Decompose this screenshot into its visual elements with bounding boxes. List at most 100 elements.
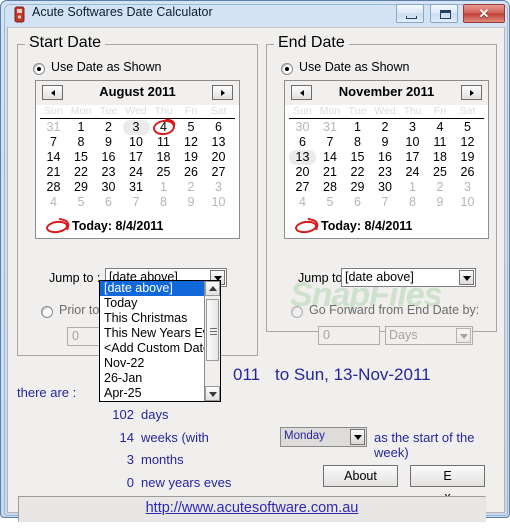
end-forward-value-input[interactable]: 0 <box>318 326 380 345</box>
calendar-day-cell[interactable]: 2 <box>95 120 122 135</box>
calendar-day-cell[interactable]: 10 <box>454 195 481 210</box>
end-calendar-grid[interactable]: 30 31 1 2 3 4 5 6 7 8 9 10 11 12 13 14 15 16 17 18 19 20 21 22 2… <box>289 120 484 210</box>
jump-to-dropdown-popup[interactable]: [date above] Today This Christmas This New … <box>99 280 221 402</box>
end-go-forward-radio[interactable] <box>291 306 303 318</box>
calendar-day-cell[interactable]: 16 <box>95 150 122 165</box>
calendar-day-cell[interactable]: 10 <box>123 135 150 150</box>
calendar-day-cell[interactable]: 22 <box>68 165 95 180</box>
calendar-day-cell[interactable]: 12 <box>178 135 205 150</box>
calendar-day-cell[interactable]: 21 <box>317 165 344 180</box>
calendar-day-cell[interactable]: 31 <box>317 120 344 135</box>
dropdown-item[interactable]: Today <box>100 296 220 311</box>
calendar-day-cell[interactable]: 2 <box>427 180 454 195</box>
start-calendar-grid[interactable]: 31 1 2 3 4 5 6 7 8 9 10 11 12 13 14 15 16 17 18 19 20 21 22 23 2… <box>40 118 235 210</box>
dropdown-item[interactable]: [date above] <box>100 281 220 296</box>
calendar-day-cell[interactable]: 21 <box>40 165 67 180</box>
calendar-day-cell[interactable]: 6 <box>289 135 316 150</box>
about-button[interactable]: About <box>323 465 398 487</box>
calendar-day-cell[interactable]: 8 <box>150 195 177 210</box>
calendar-day-cell[interactable]: 7 <box>372 195 399 210</box>
calendar-day-cell[interactable]: 17 <box>123 150 150 165</box>
calendar-day-cell[interactable]: 6 <box>205 120 232 135</box>
calendar-day-cell[interactable]: 2 <box>372 120 399 135</box>
dropdown-item[interactable]: This New Years Eve <box>100 326 220 341</box>
calendar-day-cell[interactable]: 6 <box>95 195 122 210</box>
calendar-day-cell[interactable]: 29 <box>344 180 371 195</box>
calendar-day-cell[interactable]: 27 <box>205 165 232 180</box>
calendar-day-cell[interactable]: 9 <box>95 135 122 150</box>
calendar-day-cell[interactable]: 18 <box>427 150 454 165</box>
calendar-day-cell[interactable]: 3 <box>122 120 150 135</box>
dropdown-item[interactable]: This Christmas <box>100 311 220 326</box>
calendar-day-cell[interactable]: 3 <box>454 180 481 195</box>
end-use-date-radio[interactable] <box>281 63 293 75</box>
calendar-day-cell[interactable]: 30 <box>289 120 316 135</box>
calendar-day-cell[interactable]: 14 <box>317 150 344 165</box>
calendar-day-cell[interactable]: 19 <box>178 150 205 165</box>
calendar-day-cell[interactable]: 7 <box>40 135 67 150</box>
end-forward-unit-combo[interactable]: Days <box>385 326 473 345</box>
start-calendar[interactable]: August 2011 Sun Mon Tue Wed Thu Fri Sat 31 1 2 3 4… <box>35 80 240 239</box>
calendar-day-cell[interactable]: 3 <box>205 180 232 195</box>
dropdown-item-list[interactable]: [date above] Today This Christmas This New … <box>100 281 220 401</box>
calendar-day-cell[interactable]: 23 <box>372 165 399 180</box>
calendar-day-cell[interactable]: 26 <box>178 165 205 180</box>
calendar-day-cell[interactable]: 30 <box>372 180 399 195</box>
calendar-day-cell[interactable]: 7 <box>317 135 344 150</box>
calendar-day-cell[interactable]: 24 <box>123 165 150 180</box>
end-calendar[interactable]: November 2011 Sun Mon Tue Wed Thu Fri Sat 30 31… <box>284 80 489 239</box>
calendar-day-cell[interactable]: 14 <box>40 150 67 165</box>
end-jump-to-dropdown-button[interactable] <box>459 270 474 285</box>
calendar-day-cell[interactable]: 20 <box>205 150 232 165</box>
calendar-day-cell[interactable]: 10 <box>205 195 232 210</box>
dropdown-item[interactable]: 26-Jan <box>100 371 220 386</box>
calendar-day-cell[interactable]: 1 <box>68 120 95 135</box>
calendar-day-cell[interactable]: 7 <box>123 195 150 210</box>
calendar-day-cell[interactable]: 9 <box>372 135 399 150</box>
calendar-day-cell[interactable]: 11 <box>427 135 454 150</box>
calendar-day-cell[interactable]: 19 <box>454 150 481 165</box>
calendar-day-cell[interactable]: 4 <box>427 120 454 135</box>
calendar-day-cell[interactable]: 13 <box>205 135 232 150</box>
end-calendar-next-button[interactable] <box>461 85 482 100</box>
calendar-day-cell[interactable]: 31 <box>40 120 67 135</box>
scroll-down-button[interactable] <box>205 386 220 401</box>
calendar-day-cell[interactable]: 13 <box>289 150 316 165</box>
calendar-day-cell[interactable]: 12 <box>454 135 481 150</box>
week-start-dropdown-button[interactable] <box>350 429 365 445</box>
calendar-day-cell[interactable]: 5 <box>178 120 205 135</box>
calendar-day-cell[interactable]: 8 <box>399 195 426 210</box>
close-button[interactable]: ✕ <box>463 4 505 23</box>
calendar-day-cell[interactable]: 8 <box>344 135 371 150</box>
calendar-day-cell[interactable]: 15 <box>68 150 95 165</box>
calendar-day-cell[interactable]: 25 <box>427 165 454 180</box>
calendar-day-cell[interactable]: 6 <box>344 195 371 210</box>
calendar-day-cell[interactable]: 27 <box>289 180 316 195</box>
calendar-day-cell[interactable]: 18 <box>150 150 177 165</box>
calendar-day-cell[interactable]: 9 <box>427 195 454 210</box>
calendar-day-cell[interactable]: 28 <box>40 180 67 195</box>
calendar-day-cell[interactable]: 8 <box>68 135 95 150</box>
calendar-day-cell[interactable]: 4 <box>289 195 316 210</box>
start-use-date-radio[interactable] <box>33 63 45 75</box>
dropdown-scrollbar[interactable] <box>204 281 220 401</box>
calendar-day-cell[interactable]: 24 <box>399 165 426 180</box>
start-prior-to-date-radio[interactable] <box>41 306 53 318</box>
calendar-day-cell[interactable]: 4 <box>40 195 67 210</box>
dropdown-item[interactable]: Apr-25 <box>100 386 220 401</box>
calendar-day-cell[interactable]: 17 <box>399 150 426 165</box>
end-forward-unit-dropdown-button[interactable] <box>456 328 471 343</box>
url-bar[interactable]: http://www.acutesoftware.com.au <box>18 496 486 522</box>
maximize-button[interactable] <box>429 4 458 23</box>
calendar-day-cell[interactable]: 26 <box>454 165 481 180</box>
start-calendar-next-button[interactable] <box>212 85 233 100</box>
calendar-day-cell[interactable]: 9 <box>178 195 205 210</box>
calendar-day-cell[interactable]: 1 <box>399 180 426 195</box>
end-jump-to-combo[interactable]: [date above] <box>341 268 476 287</box>
calendar-day-cell[interactable]: 5 <box>317 195 344 210</box>
calendar-day-cell[interactable]: 1 <box>150 180 177 195</box>
calendar-day-cell[interactable]: 4 <box>150 120 177 135</box>
calendar-day-cell[interactable]: 3 <box>399 120 426 135</box>
calendar-day-cell[interactable]: 23 <box>95 165 122 180</box>
dropdown-item[interactable]: Nov-22 <box>100 356 220 371</box>
